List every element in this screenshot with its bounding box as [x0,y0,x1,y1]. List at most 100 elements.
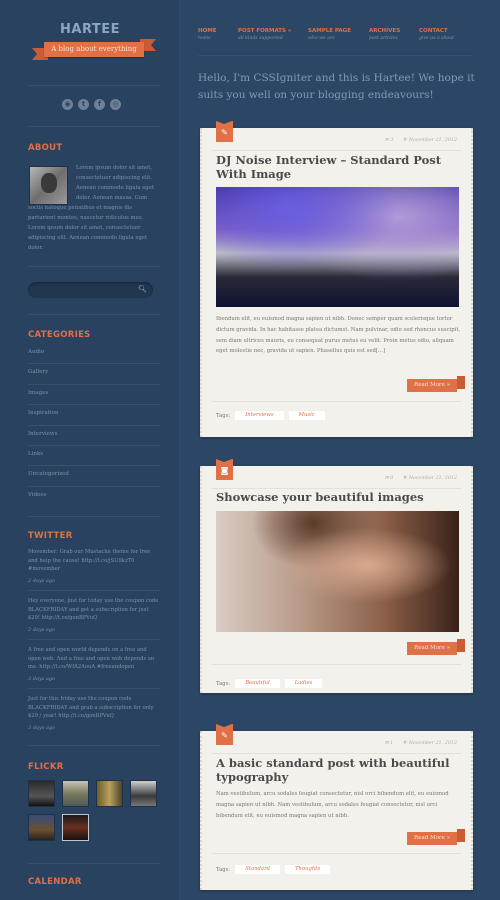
site-title[interactable]: HARTEE [0,22,180,37]
divider [28,126,160,127]
tweet-time: 2 days ago [28,626,56,633]
flickr-gallery [28,780,160,841]
read-more-button[interactable]: Read More » [407,829,465,845]
post-title[interactable]: Showcase your beautiful images [216,490,461,504]
tweet: A free and open world depends on a free … [28,646,160,689]
tag-link[interactable]: Music [288,411,329,420]
about-text: Lorem ipsum dolor sit amet, consectetuer… [28,163,160,253]
post-tags: Tags: Interviews Music [216,411,329,420]
tag-link[interactable]: Beautiful [235,679,283,688]
tweet-time: 3 days ago [28,724,56,731]
facebook-icon[interactable]: f [94,99,105,110]
tweet-time: 2 days ago [28,577,56,584]
search-input[interactable]: 🔍︎ [28,282,153,298]
post-title[interactable]: A basic standard post with beautiful typ… [216,756,461,784]
category-item[interactable]: Gallery [28,364,160,385]
flickr-title: FLICKR [28,762,64,772]
nav-label: SAMPLE PAGE [308,28,351,34]
post-meta: ✉ 0 # November 21, 2012 [385,476,457,481]
nav-sub: past articles [369,36,398,41]
read-more-button[interactable]: Read More » [407,376,465,392]
tags-label: Tags: [216,680,231,687]
tag-link[interactable]: Standard [235,865,283,874]
nav-item-archives[interactable]: ARCHIVES past articles [369,28,419,41]
comments-count[interactable]: ✉ 3 [385,138,394,143]
post-card: ✎ ✉ 3 # November 21, 2012 DJ Noise Interv… [200,121,473,437]
search-icon[interactable]: 🔍︎ [138,285,147,293]
flickr-thumb[interactable] [62,814,89,841]
tweet-list: Movember: Grab our Mustache theme for fr… [28,548,160,743]
post-image[interactable] [216,511,459,632]
social-links: ◉ t f ◎ [62,99,121,110]
nav-sub: all kinds supported [238,36,283,41]
divider [28,266,160,267]
nav-sub: who we are [308,36,335,41]
divider [212,853,461,854]
post-tags: Tags: Standard Thoughts [216,865,334,874]
tags-label: Tags: [216,866,231,873]
tweet: Movember: Grab our Mustache theme for fr… [28,548,160,591]
nav-sub: give us a shout [419,36,455,41]
post-date[interactable]: # November 21, 2012 [403,138,457,143]
category-item[interactable]: Videos [28,487,160,507]
divider [28,314,160,315]
nav-item-contact[interactable]: CONTACT give us a shout [419,28,469,41]
calendar-title: CALENDAR [28,877,82,887]
post-date[interactable]: # November 21, 2012 [403,476,457,481]
post-excerpt: Nam vestibulum, arcu sodales feugiat con… [216,791,449,819]
pencil-icon: ✎ [216,724,233,745]
divider [28,85,160,86]
comments-count[interactable]: ✉ 0 [385,476,394,481]
category-item[interactable]: Inspiration [28,405,160,426]
tweet-text: Movember: Grab our Mustache theme for fr… [28,549,151,572]
nav-label: POST FORMATS » [238,28,292,34]
post-meta: ✉ 3 # November 21, 2012 [385,138,457,143]
divider [212,488,461,489]
post-excerpt: Ibendum elit, eu euismod magna sapien ut… [216,316,461,355]
rss-icon[interactable]: ◉ [62,99,73,110]
tweet-time: 3 days ago [28,675,56,682]
twitter-title: TWITTER [28,531,73,541]
comments-count[interactable]: ✉ 1 [385,741,394,746]
site-tagline: A blog about everything [44,42,144,57]
category-item[interactable]: Uncategorized [28,466,160,487]
tag-link[interactable]: Thoughts [285,865,334,874]
flickr-thumb[interactable] [130,780,157,807]
post-date[interactable]: # November 21, 2012 [403,741,457,746]
flickr-thumb[interactable] [28,780,55,807]
post-image[interactable] [216,187,459,307]
tag-link[interactable]: Interviews [235,411,287,420]
comments-value: 1 [390,741,394,746]
dribbble-icon[interactable]: ◎ [110,99,121,110]
nav-item-post-formats[interactable]: POST FORMATS » all kinds supported [238,28,308,41]
tweet: Hey everyone, just for today use the cou… [28,597,160,640]
category-item[interactable]: Interviews [28,426,160,446]
read-more-button[interactable]: Read More » [407,639,465,655]
category-item[interactable]: Audio [28,344,160,365]
categories-list: Audio Gallery Images Inspiration Intervi… [28,344,160,507]
main-nav: HOME home POST FORMATS » all kinds support… [198,28,469,41]
flickr-thumb[interactable] [96,780,123,807]
divider [212,664,461,665]
camera-icon: ◙ [216,459,233,480]
post-title[interactable]: DJ Noise Interview – Standard Post With … [216,153,461,181]
category-item[interactable]: Links [28,446,160,467]
divider [212,401,461,402]
divider [212,753,461,754]
nav-item-sample-page[interactable]: SAMPLE PAGE who we are [308,28,369,41]
flickr-thumb[interactable] [28,814,55,841]
nav-item-home[interactable]: HOME home [198,28,238,41]
post-meta: ✉ 1 # November 21, 2012 [385,741,457,746]
post-tags: Tags: Beautiful Ladies [216,679,325,688]
about-title: ABOUT [28,143,63,153]
main-content: HOME home POST FORMATS » all kinds support… [180,0,500,900]
tag-link[interactable]: Ladies [284,679,325,688]
flickr-thumb[interactable] [62,780,89,807]
divider [198,55,473,56]
comments-value: 0 [390,476,394,481]
tweet-text: Just for this friday use the coupon code… [28,696,154,719]
sidebar: HARTEE A blog about everything ◉ t f ◎ A… [0,0,180,900]
category-item[interactable]: Images [28,385,160,406]
comments-value: 3 [390,138,394,143]
twitter-icon[interactable]: t [78,99,89,110]
